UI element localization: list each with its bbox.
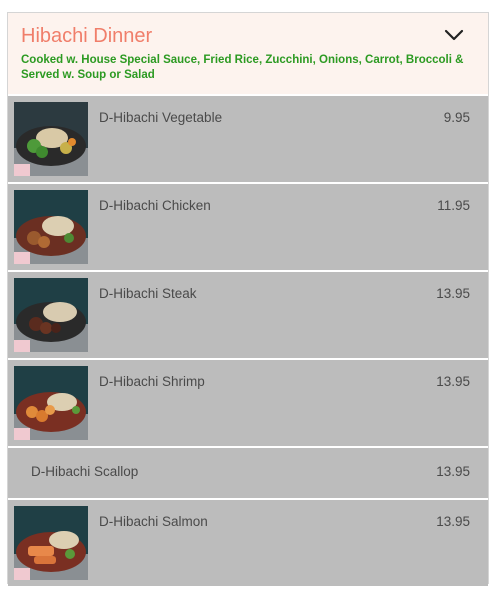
menu-item[interactable]: D-Hibachi Shrimp 13.95: [8, 358, 488, 446]
chevron-down-icon[interactable]: [442, 26, 466, 44]
section-header[interactable]: Hibachi Dinner Cooked w. House Special S…: [8, 13, 488, 94]
menu-section: Hibachi Dinner Cooked w. House Special S…: [7, 12, 489, 586]
item-price: 13.95: [436, 286, 470, 301]
item-name: D-Hibachi Chicken: [99, 198, 211, 213]
item-price: 9.95: [443, 110, 470, 125]
item-price: 13.95: [436, 514, 470, 529]
item-name: D-Hibachi Salmon: [99, 514, 208, 529]
shrimp-dish-photo: [14, 366, 88, 440]
item-name: D-Hibachi Shrimp: [99, 374, 205, 389]
menu-item-list: D-Hibachi Vegetable 9.95 D-Hibachi Chick…: [8, 94, 488, 586]
item-name: D-Hibachi Steak: [99, 286, 197, 301]
menu-item[interactable]: D-Hibachi Steak 13.95: [8, 270, 488, 358]
vegetable-dish-photo: [14, 102, 88, 176]
menu-item[interactable]: D-Hibachi Scallop 13.95: [8, 446, 488, 498]
section-description: Cooked w. House Special Sauce, Fried Ric…: [21, 54, 464, 81]
section-title: Hibachi Dinner: [21, 25, 153, 47]
item-name: D-Hibachi Scallop: [31, 464, 139, 479]
steak-dish-photo: [14, 278, 88, 352]
salmon-dish-photo: [14, 506, 88, 580]
item-price: 13.95: [436, 464, 470, 479]
menu-item[interactable]: D-Hibachi Chicken 11.95: [8, 182, 488, 270]
menu-item[interactable]: D-Hibachi Salmon 13.95: [8, 498, 488, 586]
item-name: D-Hibachi Vegetable: [99, 110, 223, 125]
item-price: 13.95: [436, 374, 470, 389]
item-price: 11.95: [437, 198, 470, 213]
chicken-dish-photo: [14, 190, 88, 264]
menu-item[interactable]: D-Hibachi Vegetable 9.95: [8, 94, 488, 182]
